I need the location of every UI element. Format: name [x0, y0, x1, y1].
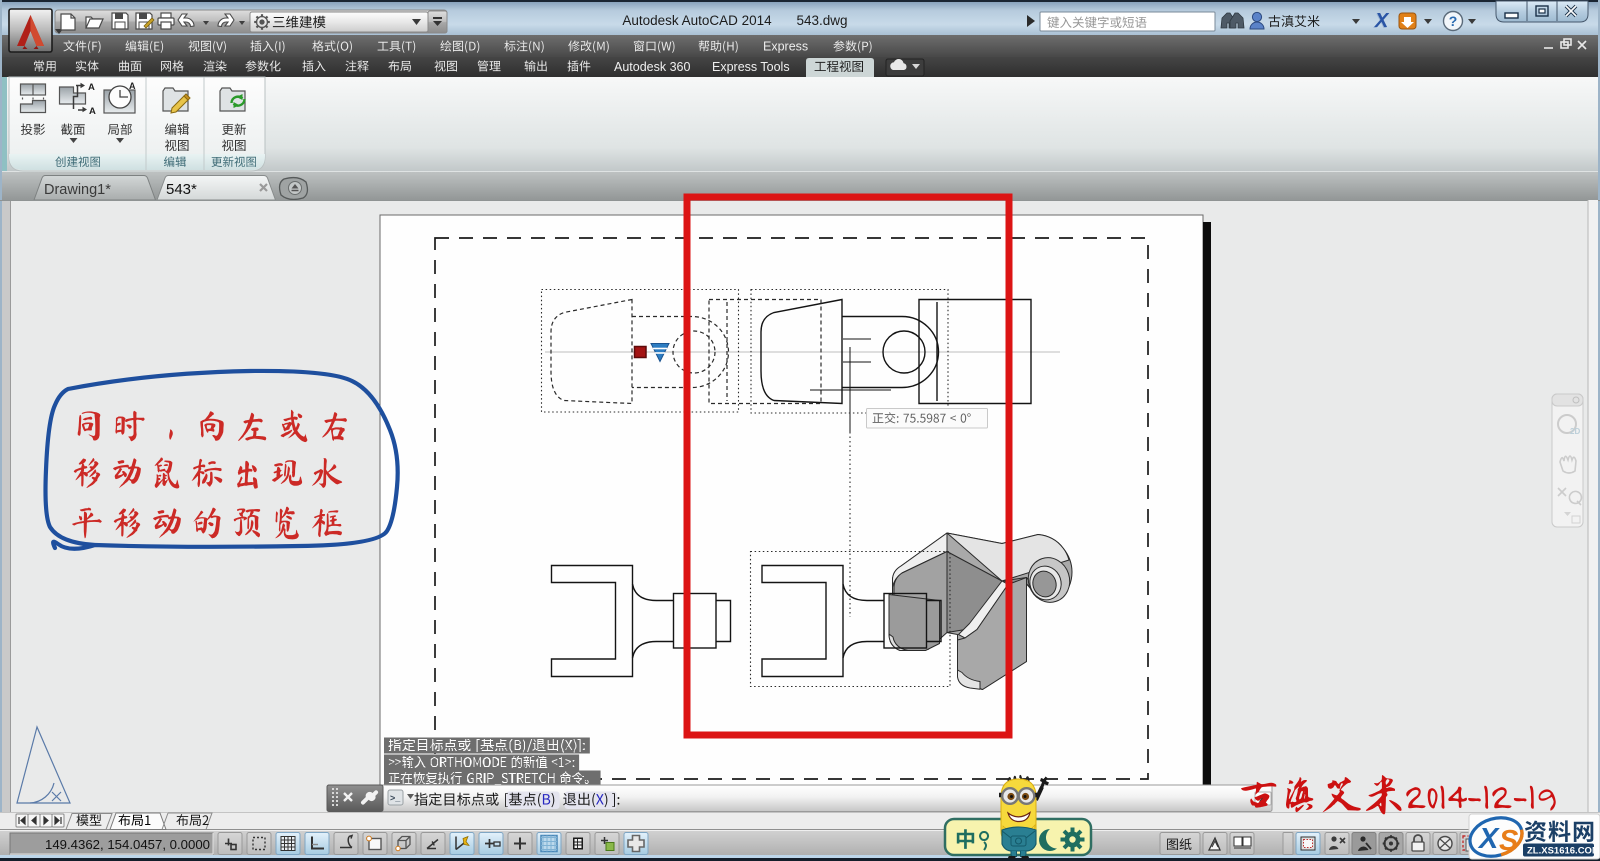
svg-text:A: A: [88, 82, 95, 93]
svg-text:X: X: [1477, 823, 1500, 855]
svg-text:X: X: [1374, 10, 1390, 32]
svg-text:Express Tools: Express Tools: [712, 60, 790, 74]
svg-text:Autodesk 360: Autodesk 360: [614, 60, 690, 74]
svg-text:Express: Express: [763, 40, 808, 54]
svg-text:2D: 2D: [1570, 427, 1580, 436]
svg-text:543*: 543*: [166, 181, 197, 198]
svg-text:>_: >_: [390, 793, 401, 803]
svg-text:149.4362, 154.0457, 0.0000: 149.4362, 154.0457, 0.0000: [45, 837, 210, 852]
svg-text:S: S: [1499, 825, 1519, 857]
svg-text:A: A: [89, 106, 96, 117]
svg-text:ZL.XS1616.COM: ZL.XS1616.COM: [1527, 846, 1600, 857]
svg-text:Drawing1*: Drawing1*: [44, 182, 111, 198]
svg-text:A: A: [129, 81, 136, 91]
svg-text:?: ?: [1449, 13, 1458, 29]
svg-text:Autodesk AutoCAD 2014: Autodesk AutoCAD 2014: [622, 13, 772, 28]
svg-text:543.dwg: 543.dwg: [796, 13, 847, 28]
